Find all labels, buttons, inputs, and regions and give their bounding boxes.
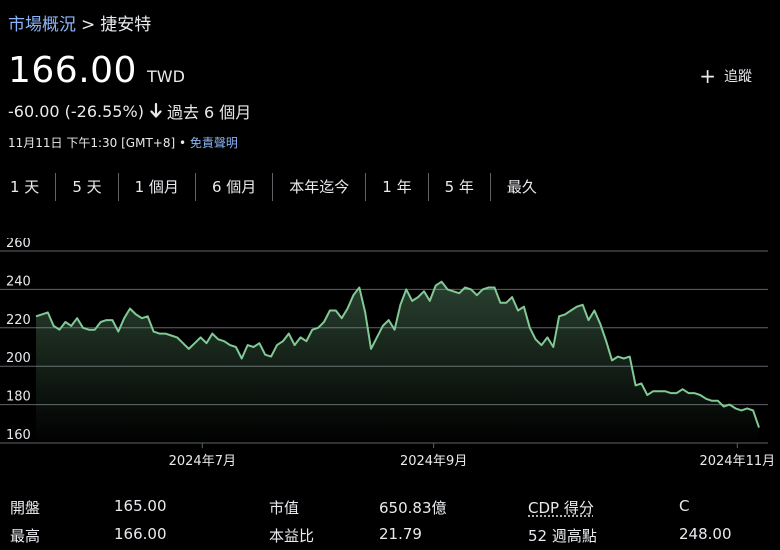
- price-chart[interactable]: 160 180 200 220 240 260 2024年7月 2024年9月 2024年11…: [0, 238, 780, 478]
- change-period: 過去 6 個月: [166, 103, 252, 122]
- range-1m[interactable]: 1 個月: [119, 173, 196, 201]
- breadcrumb: 市場概況 > 捷安特: [8, 10, 151, 35]
- y-tick-label: 200: [6, 351, 31, 366]
- price-area-fill: [36, 281, 759, 443]
- current-price: 166.00 TWD: [8, 50, 185, 91]
- stat-mktcap-label: 市值: [269, 499, 300, 517]
- quote-timestamp: 11月11日 下午1:30 [GMT+8]: [8, 136, 176, 150]
- quote-meta: 11月11日 下午1:30 [GMT+8] • 免責聲明: [8, 134, 238, 151]
- price-value: 166.00: [8, 50, 137, 91]
- plus-icon: +: [699, 64, 716, 88]
- price-change: -60.00 (-26.55%) 過去 6 個月: [8, 99, 251, 123]
- x-tick-label: 2024年7月: [169, 454, 236, 469]
- y-tick-label: 220: [6, 313, 31, 328]
- breadcrumb-separator: >: [81, 15, 96, 35]
- y-tick-label: 180: [6, 390, 31, 405]
- stat-cdp-value: C: [679, 497, 690, 515]
- stat-52wk-high-value: 248.00: [679, 525, 732, 543]
- stat-open-value: 165.00: [114, 497, 167, 515]
- follow-button[interactable]: + 追蹤: [699, 66, 752, 86]
- stat-mktcap-value: 650.83億: [379, 499, 447, 517]
- meta-bullet: •: [178, 136, 187, 150]
- range-5d[interactable]: 5 天: [56, 173, 119, 201]
- range-5y[interactable]: 5 年: [429, 173, 491, 201]
- breadcrumb-current: 捷安特: [100, 15, 152, 35]
- y-tick-label: 260: [6, 238, 31, 251]
- price-currency: TWD: [146, 67, 185, 86]
- stat-52wk-high-label: 52 週高點: [528, 527, 597, 545]
- follow-label: 追蹤: [724, 69, 752, 85]
- breadcrumb-market-link[interactable]: 市場概況: [8, 15, 76, 35]
- range-1y[interactable]: 1 年: [366, 173, 429, 201]
- stat-high-label: 最高: [10, 527, 41, 545]
- range-6m[interactable]: 6 個月: [196, 173, 274, 201]
- stat-high-value: 166.00: [114, 525, 167, 543]
- area-layer: [35, 280, 760, 443]
- x-tick-label: 2024年9月: [400, 454, 467, 469]
- range-ytd[interactable]: 本年迄今: [273, 173, 367, 201]
- range-max[interactable]: 最久: [491, 173, 553, 201]
- stat-open-label: 開盤: [10, 499, 41, 517]
- range-1d[interactable]: 1 天: [0, 173, 57, 201]
- disclaimer-link[interactable]: 免責聲明: [190, 136, 238, 150]
- range-selector: 1 天 5 天 1 個月 6 個月 本年迄今 1 年 5 年 最久: [0, 172, 553, 202]
- stat-pe-value: 21.79: [379, 525, 422, 543]
- stat-cdp-label[interactable]: CDP 得分: [528, 497, 594, 518]
- y-tick-label: 160: [6, 428, 31, 443]
- x-axis: 2024年7月 2024年9月 2024年11月: [169, 443, 775, 469]
- stat-pe-label: 本益比: [269, 527, 315, 545]
- arrow-down-icon: [150, 103, 162, 118]
- change-value: -60.00 (-26.55%): [8, 101, 144, 121]
- x-tick-label: 2024年11月: [699, 454, 775, 469]
- y-tick-label: 240: [6, 274, 31, 289]
